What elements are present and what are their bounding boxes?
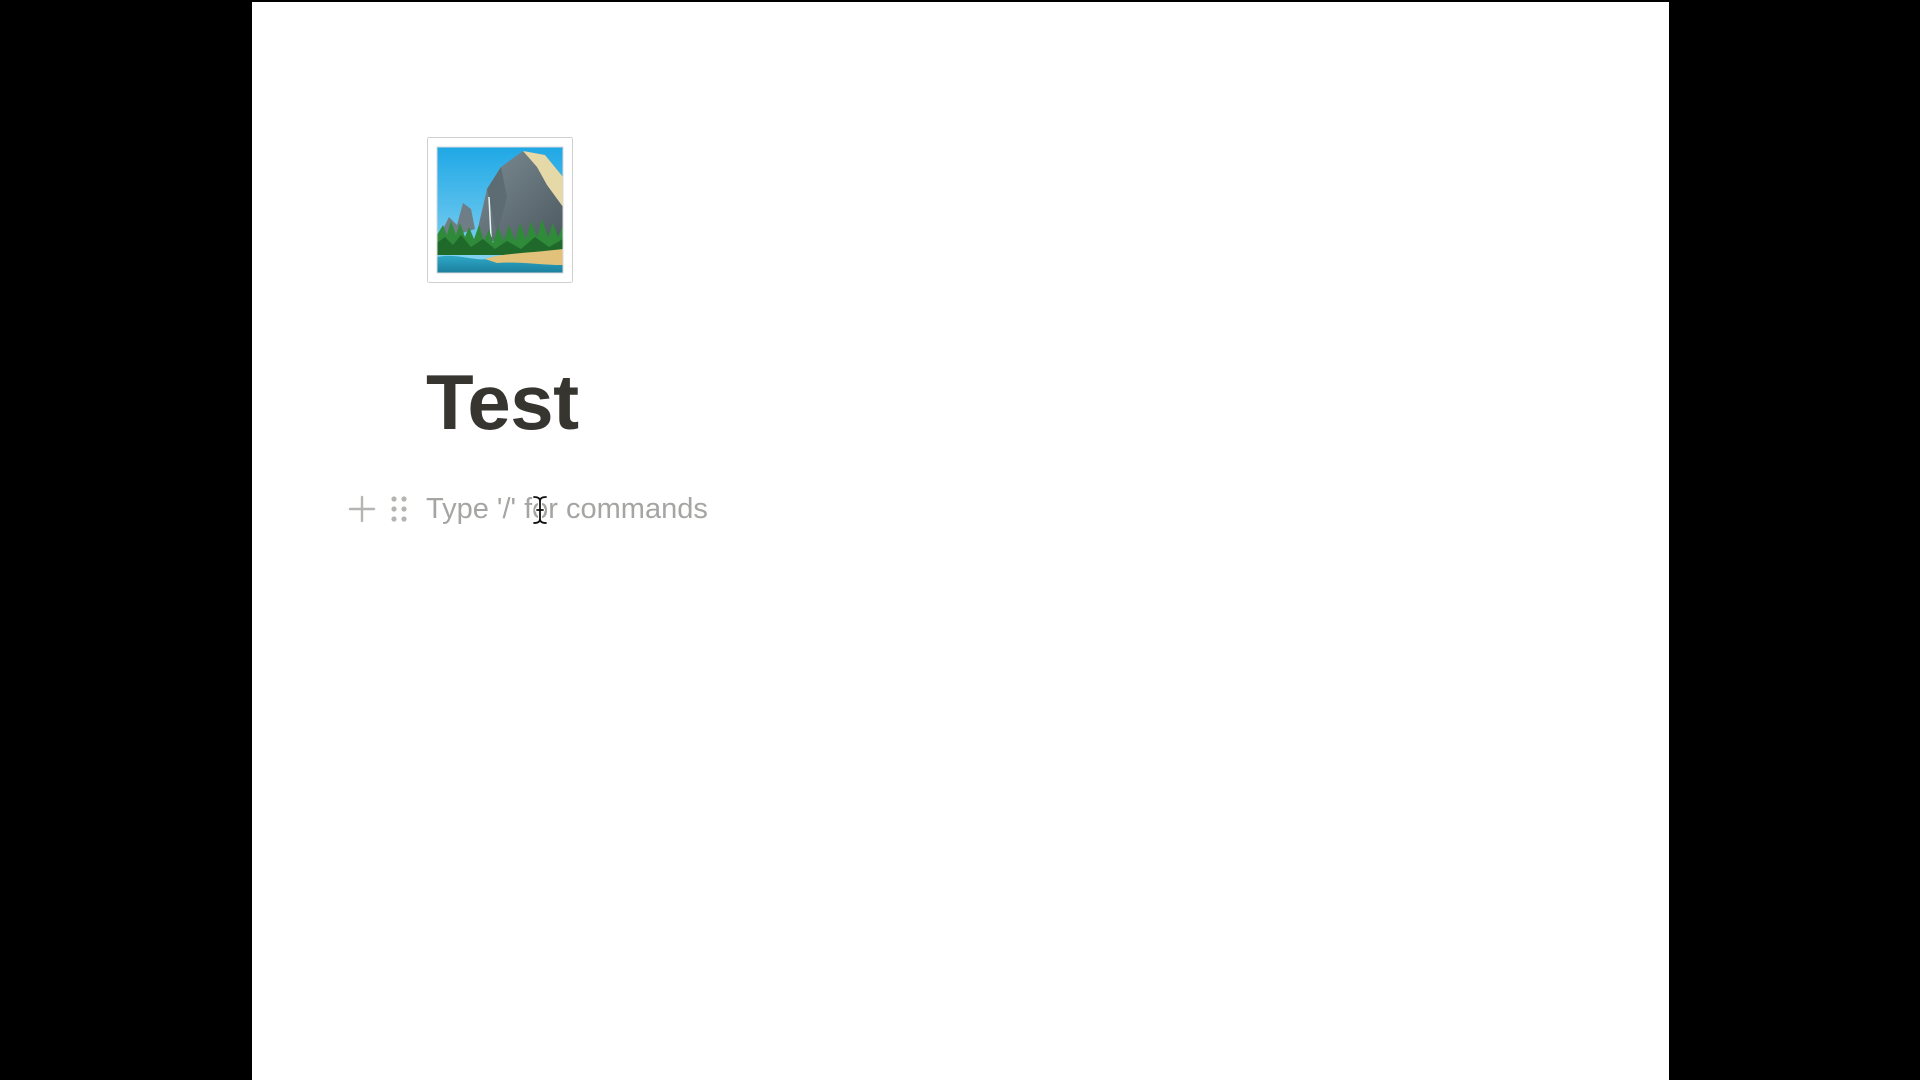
page-icon[interactable] (427, 137, 573, 283)
text-cursor-icon (532, 495, 548, 525)
drag-handle[interactable] (384, 489, 414, 529)
block-placeholder[interactable]: Type '/' for commands (426, 489, 708, 529)
page-title[interactable]: Test (426, 354, 579, 450)
page-canvas: Test Type '/' for commands (252, 2, 1669, 1080)
national-park-icon (427, 137, 573, 283)
add-block-button[interactable] (344, 489, 380, 529)
plus-icon (348, 495, 376, 523)
drag-handle-icon (391, 496, 407, 522)
empty-block[interactable]: Type '/' for commands (344, 489, 1044, 529)
screen: Test Type '/' for commands (0, 0, 1920, 1080)
